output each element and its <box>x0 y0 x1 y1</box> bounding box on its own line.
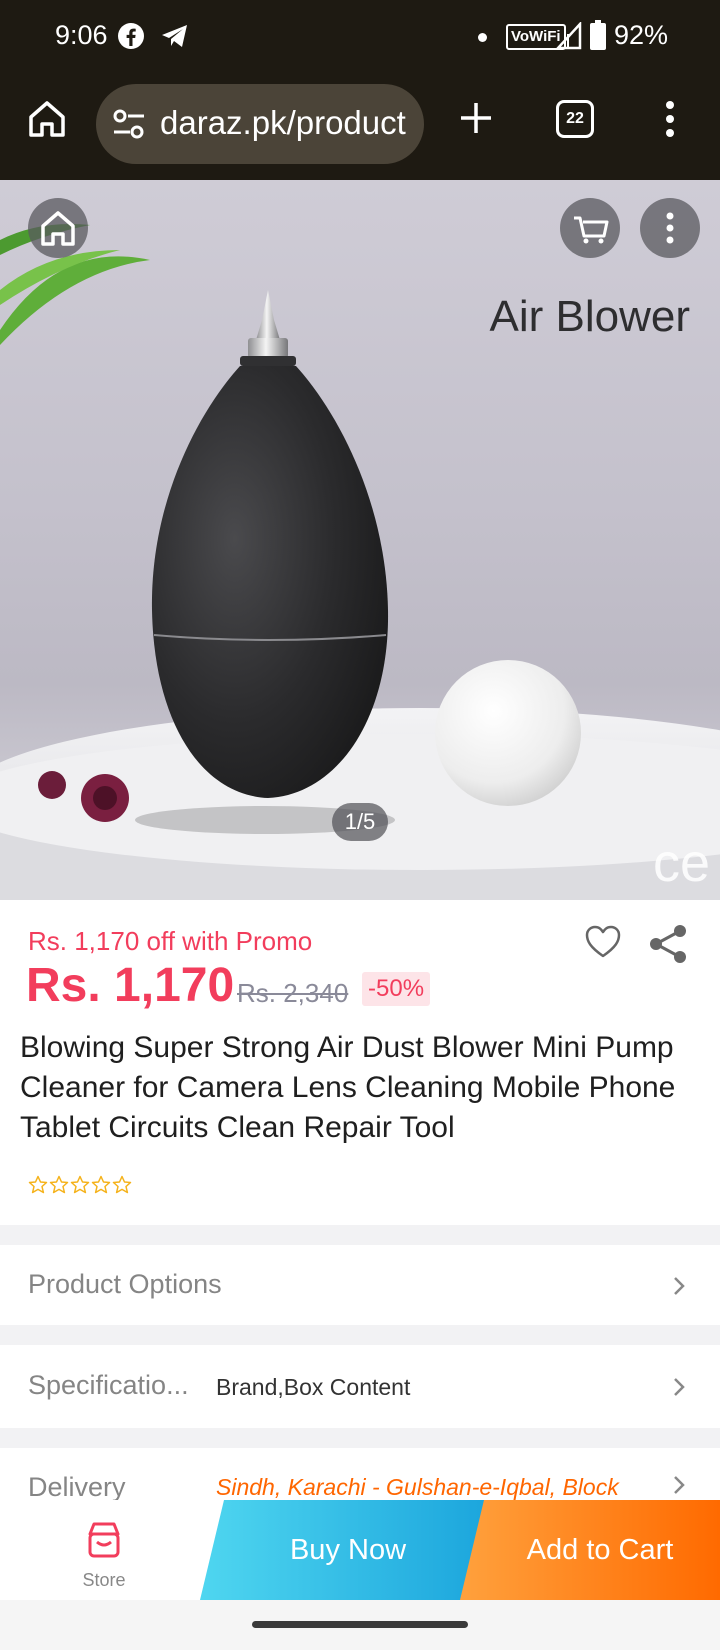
telegram-icon <box>162 25 187 47</box>
discount-badge: -50% <box>362 972 431 1006</box>
tab-switcher-icon[interactable]: 22 <box>556 100 594 138</box>
product-title: Blowing Super Strong Air Dust Blower Min… <box>20 1031 676 1144</box>
divider <box>0 1428 720 1448</box>
store-label[interactable]: Store <box>60 1570 148 1591</box>
bottom-action-bar: Store Buy Now Add to Cart <box>0 1500 720 1600</box>
gallery-more-icon[interactable] <box>640 198 700 258</box>
url-text: daraz.pk/product <box>160 104 406 141</box>
product-info: Rs. 1,170 off with Promo Rs. 1,170 Rs. 2… <box>0 900 720 1225</box>
battery-percent: 92% <box>614 20 669 50</box>
star-icon <box>28 1175 48 1194</box>
rating-stars[interactable] <box>28 1175 132 1197</box>
delivery-row[interactable]: Delivery Sindh, Karachi - Gulshan-e-Iqba… <box>0 1448 720 1500</box>
star-icon <box>91 1175 111 1194</box>
site-settings-icon[interactable] <box>112 108 146 140</box>
buy-now-button[interactable]: Buy Now <box>200 1500 496 1600</box>
specifications-label: Specificatio... <box>28 1370 189 1400</box>
chevron-right-icon <box>674 1476 685 1494</box>
home-icon[interactable] <box>26 98 68 140</box>
share-icon[interactable] <box>648 924 688 964</box>
status-bar: 9:06 VoWiFi 92% <box>0 0 720 74</box>
current-price: Rs. 1,170 <box>26 959 235 1012</box>
heart-icon[interactable] <box>584 924 622 960</box>
browser-toolbar: daraz.pk/product 22 <box>0 74 720 180</box>
status-time: 9:06 <box>55 20 108 50</box>
system-nav-bar <box>0 1600 720 1650</box>
battery-icon <box>590 20 606 50</box>
specifications-row[interactable]: Specificatio... Brand,Box Content <box>0 1345 720 1428</box>
divider <box>0 1325 720 1345</box>
star-icon <box>112 1175 132 1194</box>
chevron-right-icon <box>674 1277 685 1295</box>
image-counter: 1/5 <box>332 803 388 841</box>
image-watermark: ce <box>652 833 710 893</box>
facebook-icon <box>118 23 144 49</box>
home-gesture-handle[interactable] <box>252 1621 468 1628</box>
image-caption: Air Blower <box>489 292 691 341</box>
gallery-home-icon[interactable] <box>28 198 88 258</box>
delivery-address[interactable]: Sindh, Karachi - Gulshan-e-Iqbal, Block <box>216 1474 619 1500</box>
new-tab-icon[interactable] <box>458 100 494 136</box>
signal-icon <box>556 22 582 50</box>
cart-icon[interactable] <box>560 198 620 258</box>
notification-dot-icon <box>478 33 487 42</box>
product-options-label: Product Options <box>28 1269 222 1299</box>
specifications-value: Brand,Box Content <box>216 1374 411 1400</box>
chevron-right-icon <box>674 1378 685 1396</box>
delivery-label: Delivery <box>28 1472 126 1500</box>
product-options-row[interactable]: Product Options <box>0 1245 720 1325</box>
star-icon <box>49 1175 69 1194</box>
add-to-cart-button[interactable]: Add to Cart <box>460 1500 720 1600</box>
promo-text[interactable]: Rs. 1,170 off with Promo <box>28 926 312 957</box>
product-photo <box>0 224 720 900</box>
star-icon <box>70 1175 90 1194</box>
divider <box>0 1225 720 1245</box>
store-icon[interactable] <box>84 1520 124 1560</box>
more-vert-icon[interactable] <box>664 100 676 138</box>
original-price: Rs. 2,340 <box>237 978 349 1008</box>
address-bar[interactable]: daraz.pk/product <box>96 84 424 164</box>
product-image-gallery[interactable]: Air Blower 1/5 ce <box>0 180 720 900</box>
